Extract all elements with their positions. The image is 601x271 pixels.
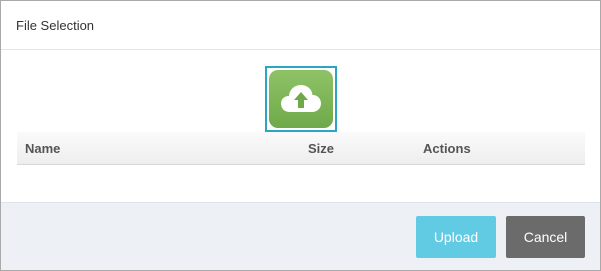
column-header-name[interactable]: Name (25, 141, 60, 156)
dialog-title: File Selection (16, 17, 95, 33)
cancel-button[interactable]: Cancel (506, 216, 585, 258)
file-selection-dialog: File Selection Name Size Actions Upload … (0, 0, 601, 271)
dialog-footer: Upload Cancel (1, 202, 600, 270)
table-header: Name Size Actions (17, 132, 585, 165)
file-table: Name Size Actions (17, 132, 585, 165)
column-header-size[interactable]: Size (308, 141, 334, 156)
upload-button[interactable]: Upload (416, 216, 496, 258)
upload-drop-zone[interactable] (265, 66, 337, 132)
dialog-header: File Selection (1, 1, 600, 50)
cloud-upload-icon[interactable] (269, 70, 333, 128)
column-header-actions: Actions (423, 141, 471, 156)
